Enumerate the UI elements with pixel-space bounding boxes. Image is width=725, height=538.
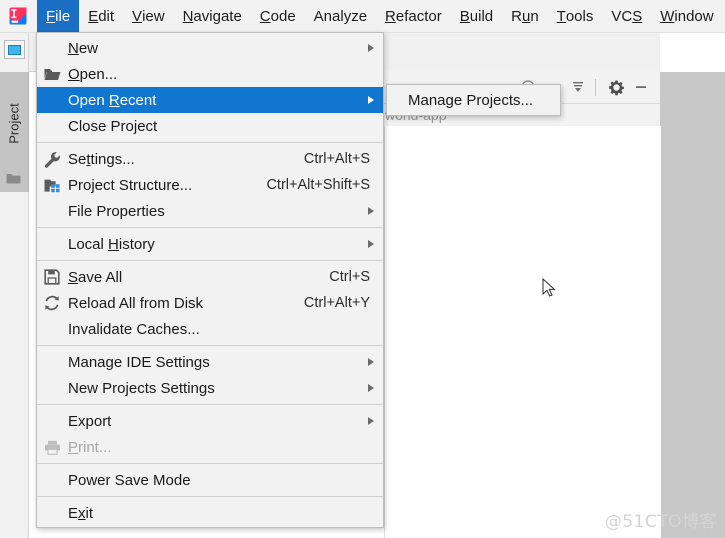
print-icon bbox=[43, 438, 61, 456]
submenu-item-manage-projects[interactable]: Manage Projects... bbox=[387, 87, 560, 113]
menu-item-invalidate-caches[interactable]: Invalidate Caches... bbox=[37, 316, 383, 342]
submenu-arrow-icon bbox=[368, 96, 374, 104]
open-recent-submenu: Manage Projects... bbox=[386, 84, 561, 116]
menu-item-label: Manage Projects... bbox=[408, 91, 534, 109]
tool-window-icon[interactable] bbox=[4, 40, 25, 59]
project-tab-label: Project bbox=[6, 103, 22, 144]
wrench-icon bbox=[43, 150, 61, 168]
submenu-arrow-icon bbox=[368, 417, 374, 425]
menu-item-shortcut: Ctrl+S bbox=[329, 269, 370, 285]
menubar-item-view[interactable]: View bbox=[123, 0, 174, 32]
menu-item-project-structure[interactable]: Project Structure... Ctrl+Alt+Shift+S bbox=[37, 172, 383, 198]
menubar-item-refactor[interactable]: Refactor bbox=[376, 0, 451, 32]
menu-item-label: Reload All from Disk bbox=[68, 294, 204, 312]
folder-icon bbox=[6, 174, 21, 184]
sidebar-item-project[interactable]: Project bbox=[0, 72, 29, 192]
menubar-item-code[interactable]: Code bbox=[251, 0, 305, 32]
menu-item-label: Manage IDE Settings bbox=[68, 353, 210, 371]
intellij-idea-logo-icon bbox=[8, 6, 28, 26]
menu-item-shortcut: Ctrl+Alt+S bbox=[303, 151, 370, 167]
menu-item-exit[interactable]: Exit bbox=[37, 500, 383, 526]
menu-bar-items: File Edit View Navigate Code Analyze Refactor B… bbox=[37, 0, 723, 32]
submenu-arrow-icon bbox=[368, 207, 374, 215]
menu-item-label: Close Project bbox=[68, 117, 158, 135]
menubar-item-analyze[interactable]: Analyze bbox=[305, 0, 376, 32]
menubar-item-window[interactable]: Window bbox=[651, 0, 722, 32]
menu-separator bbox=[37, 463, 383, 464]
submenu-arrow-icon bbox=[368, 240, 374, 248]
menu-item-label: Power Save Mode bbox=[68, 471, 191, 489]
menu-item-label: File Properties bbox=[68, 202, 165, 220]
menu-item-local-history[interactable]: Local History bbox=[37, 231, 383, 257]
menubar-item-run[interactable]: Run bbox=[502, 0, 548, 32]
menu-item-print: Print... bbox=[37, 434, 383, 460]
menubar-item-build[interactable]: Build bbox=[451, 0, 502, 32]
file-menu-dropdown: New Open... Open Recent Close Project Settin… bbox=[36, 32, 384, 528]
submenu-arrow-icon bbox=[368, 384, 374, 392]
menu-separator bbox=[37, 142, 383, 143]
menu-item-shortcut: Ctrl+Alt+Shift+S bbox=[266, 177, 370, 193]
menu-item-save-all[interactable]: Save All Ctrl+S bbox=[37, 264, 383, 290]
menu-item-label: Local History bbox=[68, 235, 155, 253]
menu-item-label: New Projects Settings bbox=[68, 379, 215, 397]
menu-item-file-properties[interactable]: File Properties bbox=[37, 198, 383, 224]
left-tool-strip: Project bbox=[0, 32, 29, 538]
menubar-item-edit[interactable]: Edit bbox=[79, 0, 123, 32]
hide-icon[interactable] bbox=[630, 76, 652, 98]
menu-item-label: Invalidate Caches... bbox=[68, 320, 200, 338]
open-folder-icon bbox=[43, 65, 61, 83]
project-structure-icon bbox=[43, 176, 61, 194]
menu-item-new-projects-settings[interactable]: New Projects Settings bbox=[37, 375, 383, 401]
toolbar-separator bbox=[595, 78, 596, 96]
menu-separator bbox=[37, 345, 383, 346]
menu-item-label: Export bbox=[68, 412, 112, 430]
menu-item-label: Open Recent bbox=[68, 91, 157, 109]
sort-icon[interactable] bbox=[567, 76, 589, 98]
gear-icon[interactable] bbox=[605, 76, 627, 98]
tool-window-content bbox=[384, 126, 661, 538]
menu-separator bbox=[37, 496, 383, 497]
menubar-item-file[interactable]: File bbox=[37, 0, 80, 32]
submenu-arrow-icon bbox=[368, 44, 374, 52]
submenu-arrow-icon bbox=[368, 358, 374, 366]
menu-separator bbox=[37, 260, 383, 261]
application-window: world-app Project Fil bbox=[0, 0, 725, 538]
menu-separator bbox=[37, 227, 383, 228]
menubar-item-vcs[interactable]: VC S bbox=[602, 0, 651, 32]
menubar-item-tools[interactable]: Tools bbox=[548, 0, 603, 32]
desktop-background bbox=[660, 72, 725, 538]
menu-bar: File Edit View Navigate Code Analyze Refactor B… bbox=[0, 0, 725, 33]
watermark: @51CTO博客 bbox=[604, 512, 717, 532]
menu-item-power-save-mode[interactable]: Power Save Mode bbox=[37, 467, 383, 493]
menu-item-manage-ide-settings[interactable]: Manage IDE Settings bbox=[37, 349, 383, 375]
menu-item-export[interactable]: Export bbox=[37, 408, 383, 434]
menu-separator bbox=[37, 404, 383, 405]
menu-item-label: Exit bbox=[68, 504, 94, 522]
menu-item-close-project[interactable]: Close Project bbox=[37, 113, 383, 139]
menu-item-label: New bbox=[68, 39, 99, 57]
menu-item-shortcut: Ctrl+Alt+Y bbox=[303, 295, 370, 311]
menubar-item-navigate[interactable]: Navigate bbox=[174, 0, 251, 32]
menu-item-reload-all-from-disk[interactable]: Reload All from Disk Ctrl+Alt+Y bbox=[37, 290, 383, 316]
menu-item-settings[interactable]: Settings... Ctrl+Alt+S bbox=[37, 146, 383, 172]
menu-item-new[interactable]: New bbox=[37, 35, 383, 61]
reload-icon bbox=[43, 294, 61, 312]
menu-item-open-recent[interactable]: Open Recent bbox=[37, 87, 383, 113]
save-icon bbox=[43, 268, 61, 286]
menu-item-open[interactable]: Open... bbox=[37, 61, 383, 87]
